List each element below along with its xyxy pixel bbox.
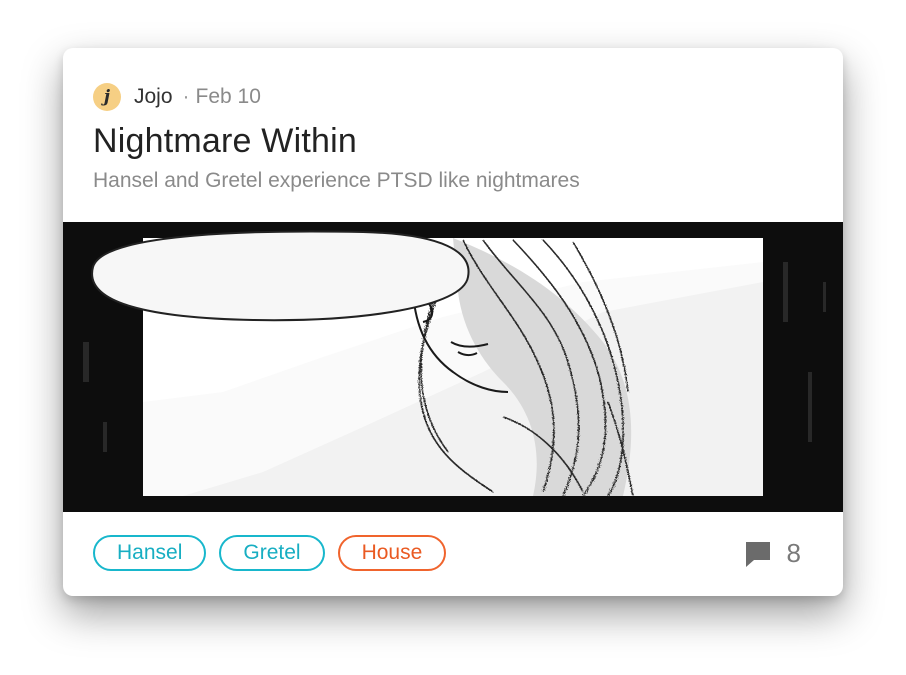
avatar-initial: j [103, 87, 111, 107]
comment-count: 8 [786, 538, 801, 568]
post-date: Feb 10 [195, 85, 261, 108]
tag-gretel[interactable]: Gretel [219, 535, 325, 571]
cover-image[interactable] [63, 222, 843, 512]
tag-hansel[interactable]: Hansel [93, 535, 207, 571]
tag-list: Hansel Gretel House [93, 535, 447, 571]
post-meta: j Jojo · Feb 10 [93, 82, 261, 112]
comments-button[interactable]: 8 [743, 538, 801, 569]
comment-icon [745, 541, 770, 567]
post-card[interactable]: j Jojo · Feb 10 Nightmare Within Hansel … [63, 48, 843, 596]
tag-house[interactable]: House [337, 535, 447, 571]
meta-separator: · [182, 85, 190, 108]
author-avatar[interactable]: j [93, 83, 121, 111]
author-name[interactable]: Jojo [134, 85, 173, 109]
post-subtitle: Hansel and Gretel experience PTSD like n… [93, 169, 580, 192]
post-title[interactable]: Nightmare Within [93, 122, 357, 161]
